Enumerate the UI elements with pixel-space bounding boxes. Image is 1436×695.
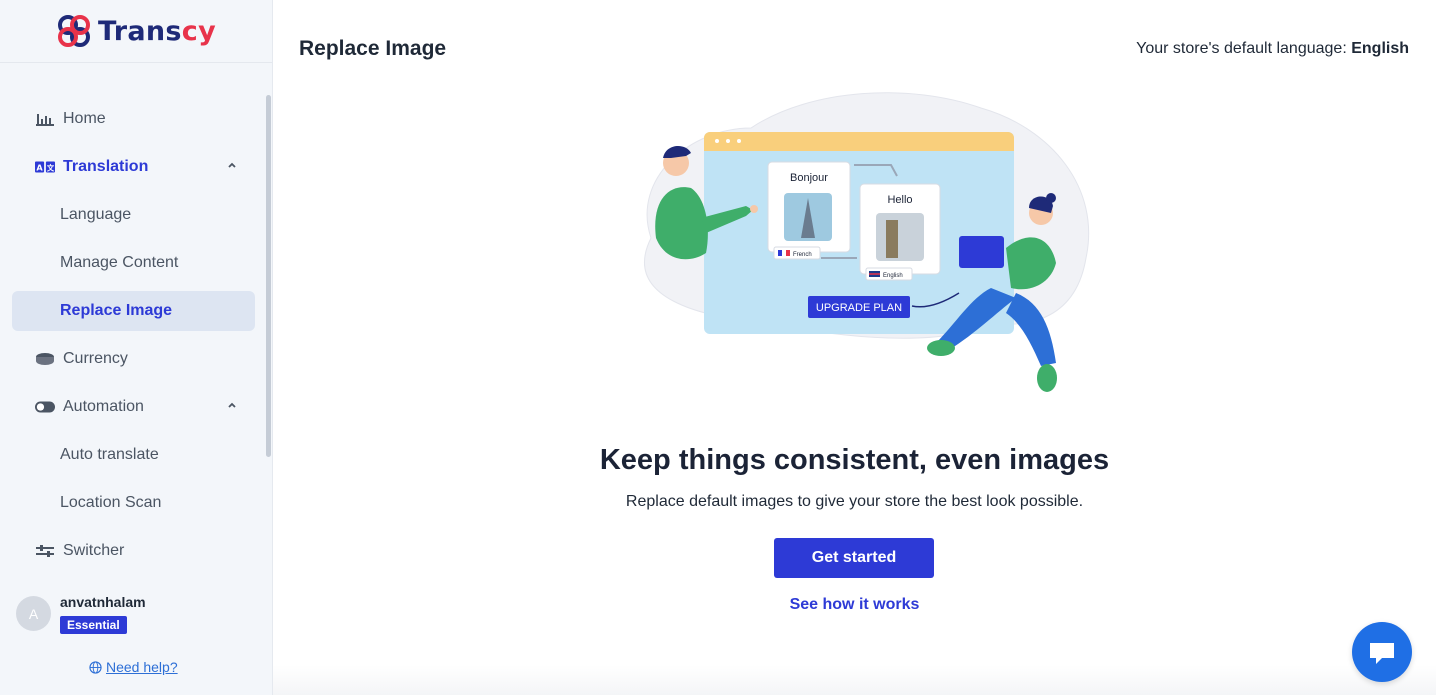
bar-chart-icon bbox=[35, 111, 55, 127]
coins-icon bbox=[35, 351, 55, 367]
chevron-up-icon[interactable] bbox=[226, 399, 238, 411]
source-flag-label: French bbox=[793, 252, 812, 258]
sidebar-item-label: Switcher bbox=[63, 542, 125, 557]
sidebar-nav: Home A文 Translation Language Manage Cont… bbox=[0, 95, 266, 557]
globe-icon bbox=[89, 660, 102, 674]
user-name: anvatnhalam bbox=[60, 594, 146, 610]
sidebar-item-label: Auto translate bbox=[60, 446, 159, 463]
get-started-button[interactable]: Get started bbox=[774, 538, 934, 578]
sidebar-item-label: Language bbox=[60, 206, 132, 223]
chat-button[interactable] bbox=[1352, 622, 1412, 682]
page-title: Replace Image bbox=[299, 37, 447, 60]
user-profile[interactable]: A anvatnhalam Essential bbox=[16, 592, 146, 634]
sidebar-item-replace-image[interactable]: Replace Image bbox=[12, 291, 255, 331]
headline: Keep things consistent, even images bbox=[599, 444, 1110, 476]
svg-text:文: 文 bbox=[46, 164, 55, 173]
sidebar-item-label: Automation bbox=[63, 398, 144, 415]
default-language-value: English bbox=[1351, 40, 1409, 57]
sidebar-item-label: Currency bbox=[63, 350, 128, 367]
sidebar-item-translation[interactable]: A文 Translation bbox=[0, 143, 266, 191]
main-content: Replace Image Your store's default langu… bbox=[273, 0, 1436, 695]
subheadline: Replace default images to give your stor… bbox=[625, 493, 1084, 510]
sidebar-item-language[interactable]: Language bbox=[0, 191, 266, 239]
app-name: Transcy bbox=[98, 15, 216, 47]
sidebar-item-label: Home bbox=[63, 110, 106, 127]
default-language: Your store's default language: English bbox=[1136, 40, 1409, 58]
need-help-link[interactable]: Need help? bbox=[89, 659, 178, 675]
sidebar-item-label: Location Scan bbox=[60, 494, 162, 511]
logo-mark-icon bbox=[58, 15, 90, 47]
sidebar-item-currency[interactable]: Currency bbox=[0, 335, 266, 383]
default-language-label: Your store's default language: bbox=[1136, 40, 1347, 57]
translation-illustration: Bonjour French Hello English UPGRADE PLA… bbox=[644, 92, 1090, 392]
see-how-it-works-link: See how it works bbox=[273, 596, 1436, 614]
svg-text:A: A bbox=[36, 163, 43, 173]
sidebar-item-label: Replace Image bbox=[60, 302, 173, 319]
bottom-fade bbox=[273, 665, 1436, 695]
target-word: Hello bbox=[887, 194, 912, 206]
chat-icon bbox=[1370, 643, 1394, 664]
chevron-up-icon[interactable] bbox=[226, 159, 238, 171]
toggle-icon bbox=[35, 399, 55, 415]
avatar: A bbox=[16, 596, 51, 631]
target-flag-label: English bbox=[883, 273, 903, 279]
translate-icon: A文 bbox=[35, 159, 55, 175]
sidebar: Transcy Home A文 Translation Language Man… bbox=[0, 0, 273, 695]
sidebar-item-auto-translate[interactable]: Auto translate bbox=[0, 431, 266, 479]
sidebar-item-manage-content[interactable]: Manage Content bbox=[0, 239, 266, 287]
sidebar-item-switcher[interactable]: Switcher bbox=[0, 527, 266, 557]
sliders-icon bbox=[35, 543, 55, 557]
plan-badge: Essential bbox=[60, 616, 127, 634]
upgrade-plan-label: UPGRADE PLAN bbox=[816, 302, 902, 314]
sidebar-item-automation[interactable]: Automation bbox=[0, 383, 266, 431]
need-help-label: Need help? bbox=[106, 659, 178, 675]
sidebar-item-label: Manage Content bbox=[60, 254, 179, 271]
sidebar-item-location-scan[interactable]: Location Scan bbox=[0, 479, 266, 527]
sidebar-item-home[interactable]: Home bbox=[0, 95, 266, 143]
source-word: Bonjour bbox=[790, 172, 828, 184]
app-logo[interactable]: Transcy bbox=[0, 0, 272, 63]
see-how-it-works-label[interactable]: See how it works bbox=[790, 596, 920, 613]
sidebar-item-label: Translation bbox=[63, 158, 149, 175]
sidebar-scrollbar[interactable] bbox=[266, 95, 271, 457]
